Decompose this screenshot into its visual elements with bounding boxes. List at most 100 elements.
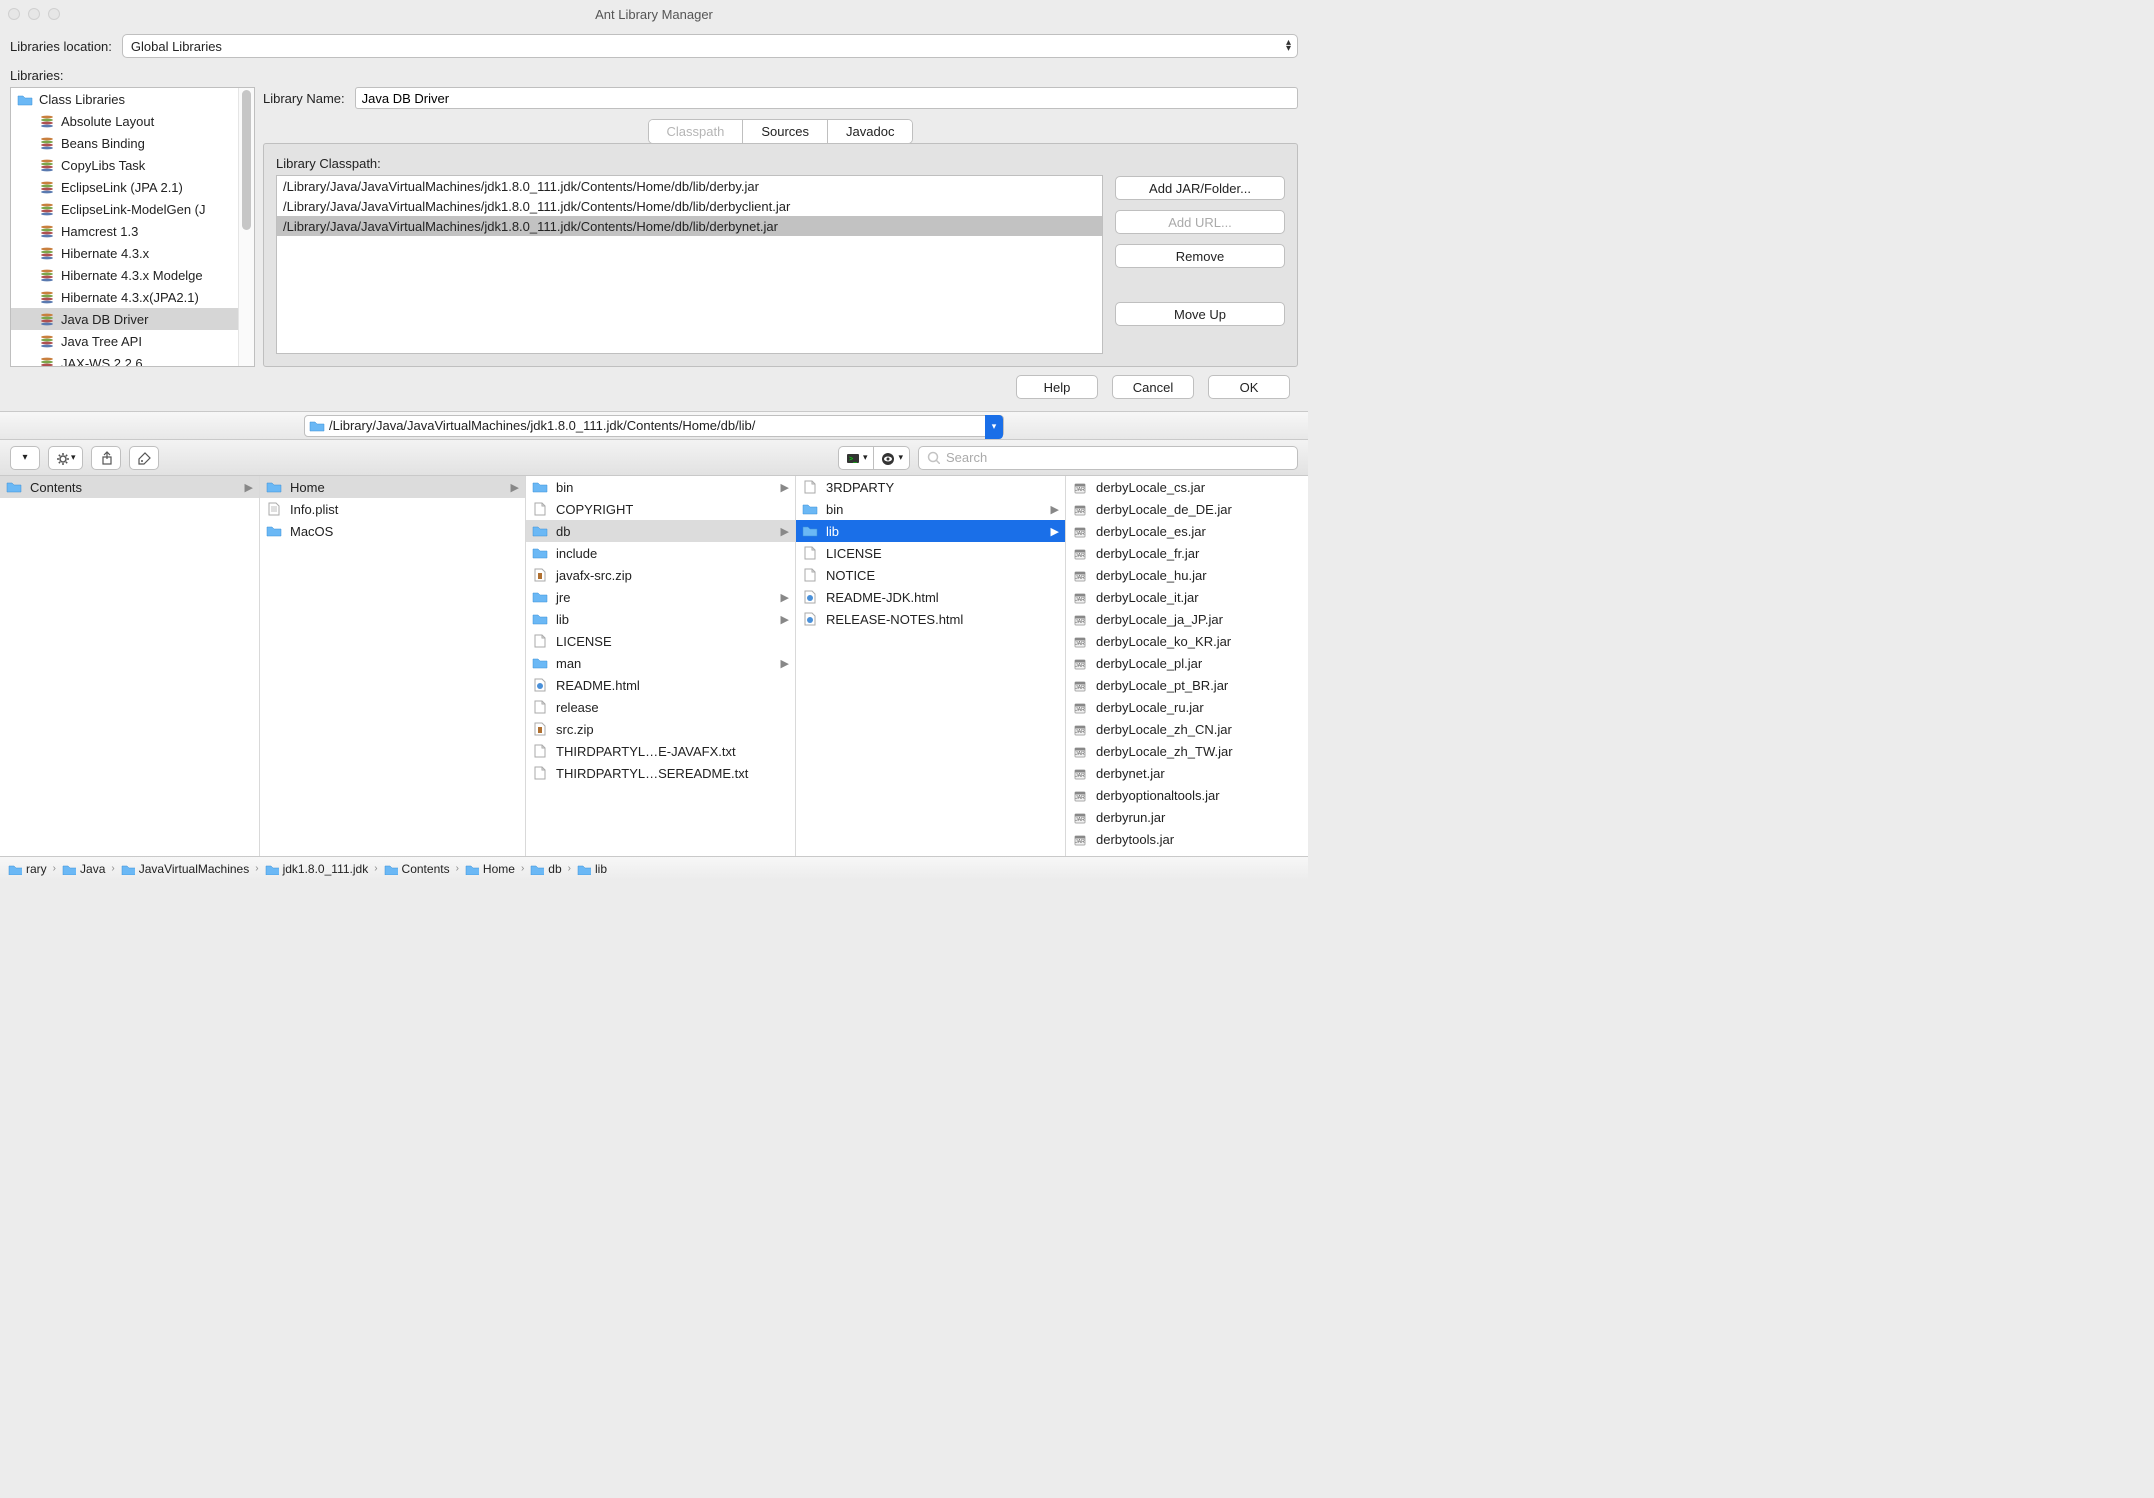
library-item[interactable]: Hamcrest 1.3	[11, 220, 238, 242]
path-segment[interactable]: jdk1.8.0_111.jdk	[265, 862, 369, 876]
finder-item[interactable]: db▶	[526, 520, 795, 542]
finder-item[interactable]: MacOS	[260, 520, 525, 542]
finder-item[interactable]: src.zip	[526, 718, 795, 740]
help-button[interactable]: Help	[1016, 375, 1098, 399]
libraries-scrollbar[interactable]	[238, 88, 254, 366]
library-item[interactable]: Hibernate 4.3.x	[11, 242, 238, 264]
jar-icon	[1072, 523, 1088, 539]
finder-item[interactable]: THIRDPARTYL…SEREADME.txt	[526, 762, 795, 784]
finder-item[interactable]: RELEASE-NOTES.html	[796, 608, 1065, 630]
libraries-location-select[interactable]: Global Libraries ▴▾	[122, 34, 1298, 58]
folder-icon	[266, 523, 282, 539]
finder-item[interactable]: Contents▶	[0, 476, 259, 498]
library-item[interactable]: Hibernate 4.3.x(JPA2.1)	[11, 286, 238, 308]
finder-item[interactable]: Home▶	[260, 476, 525, 498]
finder-item[interactable]: LICENSE	[796, 542, 1065, 564]
library-item[interactable]: Hibernate 4.3.x Modelge	[11, 264, 238, 286]
library-item[interactable]: JAX-WS 2.2.6	[11, 352, 238, 366]
finder-item[interactable]: derbyLocale_cs.jar	[1066, 476, 1308, 498]
finder-item[interactable]: man▶	[526, 652, 795, 674]
library-item[interactable]: Absolute Layout	[11, 110, 238, 132]
finder-item[interactable]: 3RDPARTY	[796, 476, 1065, 498]
finder-item[interactable]: derbyrun.jar	[1066, 806, 1308, 828]
terminal-button[interactable]: ▾	[838, 446, 874, 470]
finder-item[interactable]: jre▶	[526, 586, 795, 608]
ok-button[interactable]: OK	[1208, 375, 1290, 399]
tree-root[interactable]: Class Libraries	[11, 88, 238, 110]
share-button[interactable]	[91, 446, 121, 470]
finder-item[interactable]: LICENSE	[526, 630, 795, 652]
finder-item[interactable]: lib▶	[526, 608, 795, 630]
folder-icon	[532, 545, 548, 561]
path-history-dropdown[interactable]: ▾	[985, 415, 1003, 439]
finder-item[interactable]: bin▶	[796, 498, 1065, 520]
toolbar-dropdown-1[interactable]: ▾	[10, 446, 40, 470]
finder-item[interactable]: derbyLocale_zh_TW.jar	[1066, 740, 1308, 762]
path-segment[interactable]: Java	[62, 862, 105, 876]
finder-item[interactable]: lib▶	[796, 520, 1065, 542]
tab-classpath[interactable]: Classpath	[649, 120, 744, 143]
finder-item[interactable]: bin▶	[526, 476, 795, 498]
library-item[interactable]: EclipseLink (JPA 2.1)	[11, 176, 238, 198]
classpath-item[interactable]: /Library/Java/JavaVirtualMachines/jdk1.8…	[277, 196, 1102, 216]
tag-button[interactable]	[129, 446, 159, 470]
classpath-item[interactable]: /Library/Java/JavaVirtualMachines/jdk1.8…	[277, 216, 1102, 236]
path-segment[interactable]: Contents	[384, 862, 450, 876]
folder-icon	[532, 589, 548, 605]
path-separator: ›	[521, 863, 524, 874]
finder-item[interactable]: release	[526, 696, 795, 718]
tab-sources[interactable]: Sources	[743, 120, 828, 143]
finder-item[interactable]: derbyLocale_fr.jar	[1066, 542, 1308, 564]
remove-button[interactable]: Remove	[1115, 244, 1285, 268]
finder-path-bar[interactable]: rary›Java›JavaVirtualMachines›jdk1.8.0_1…	[0, 856, 1308, 880]
cancel-button[interactable]: Cancel	[1112, 375, 1194, 399]
library-item[interactable]: CopyLibs Task	[11, 154, 238, 176]
finder-item[interactable]: javafx-src.zip	[526, 564, 795, 586]
move-up-button[interactable]: Move Up	[1115, 302, 1285, 326]
finder-item[interactable]: derbyLocale_zh_CN.jar	[1066, 718, 1308, 740]
finder-item[interactable]: COPYRIGHT	[526, 498, 795, 520]
library-item[interactable]: Java DB Driver	[11, 308, 238, 330]
path-segment[interactable]: lib	[577, 862, 607, 876]
finder-item[interactable]: derbyLocale_es.jar	[1066, 520, 1308, 542]
finder-item[interactable]: derbyLocale_pl.jar	[1066, 652, 1308, 674]
finder-item[interactable]: Info.plist	[260, 498, 525, 520]
classpath-list[interactable]: /Library/Java/JavaVirtualMachines/jdk1.8…	[276, 175, 1103, 354]
finder-item[interactable]: derbyLocale_ja_JP.jar	[1066, 608, 1308, 630]
finder-item[interactable]: derbytools.jar	[1066, 828, 1308, 850]
action-menu-button[interactable]: ▾	[48, 446, 83, 470]
finder-item[interactable]: derbyoptionaltools.jar	[1066, 784, 1308, 806]
jar-icon	[1072, 831, 1088, 847]
classpath-item[interactable]: /Library/Java/JavaVirtualMachines/jdk1.8…	[277, 176, 1102, 196]
file-icon	[802, 567, 818, 583]
finder-item[interactable]: derbyLocale_ru.jar	[1066, 696, 1308, 718]
finder-search-input[interactable]: Search	[918, 446, 1298, 470]
libraries-list[interactable]: Class LibrariesAbsolute LayoutBeans Bind…	[10, 87, 255, 367]
finder-item[interactable]: NOTICE	[796, 564, 1065, 586]
finder-item[interactable]: derbynet.jar	[1066, 762, 1308, 784]
quicklook-button[interactable]: ▾	[873, 446, 910, 470]
finder-item[interactable]: derbyLocale_ko_KR.jar	[1066, 630, 1308, 652]
path-separator: ›	[374, 863, 377, 874]
finder-item[interactable]: derbyLocale_de_DE.jar	[1066, 498, 1308, 520]
library-item[interactable]: EclipseLink-ModelGen (J	[11, 198, 238, 220]
finder-path-field[interactable]: /Library/Java/JavaVirtualMachines/jdk1.8…	[304, 415, 1004, 437]
library-item[interactable]: Beans Binding	[11, 132, 238, 154]
folder-icon	[532, 611, 548, 627]
path-segment[interactable]: Home	[465, 862, 515, 876]
finder-item[interactable]: include	[526, 542, 795, 564]
path-segment[interactable]: db	[530, 862, 561, 876]
finder-item[interactable]: derbyLocale_it.jar	[1066, 586, 1308, 608]
add-url-button[interactable]: Add URL...	[1115, 210, 1285, 234]
finder-item[interactable]: derbyLocale_hu.jar	[1066, 564, 1308, 586]
path-segment[interactable]: JavaVirtualMachines	[121, 862, 250, 876]
tab-javadoc[interactable]: Javadoc	[828, 120, 912, 143]
finder-item[interactable]: README-JDK.html	[796, 586, 1065, 608]
library-item[interactable]: Java Tree API	[11, 330, 238, 352]
library-name-input[interactable]	[355, 87, 1298, 109]
add-jar-button[interactable]: Add JAR/Folder...	[1115, 176, 1285, 200]
finder-item[interactable]: THIRDPARTYL…E-JAVAFX.txt	[526, 740, 795, 762]
path-segment[interactable]: rary	[8, 862, 47, 876]
finder-item[interactable]: README.html	[526, 674, 795, 696]
finder-item[interactable]: derbyLocale_pt_BR.jar	[1066, 674, 1308, 696]
